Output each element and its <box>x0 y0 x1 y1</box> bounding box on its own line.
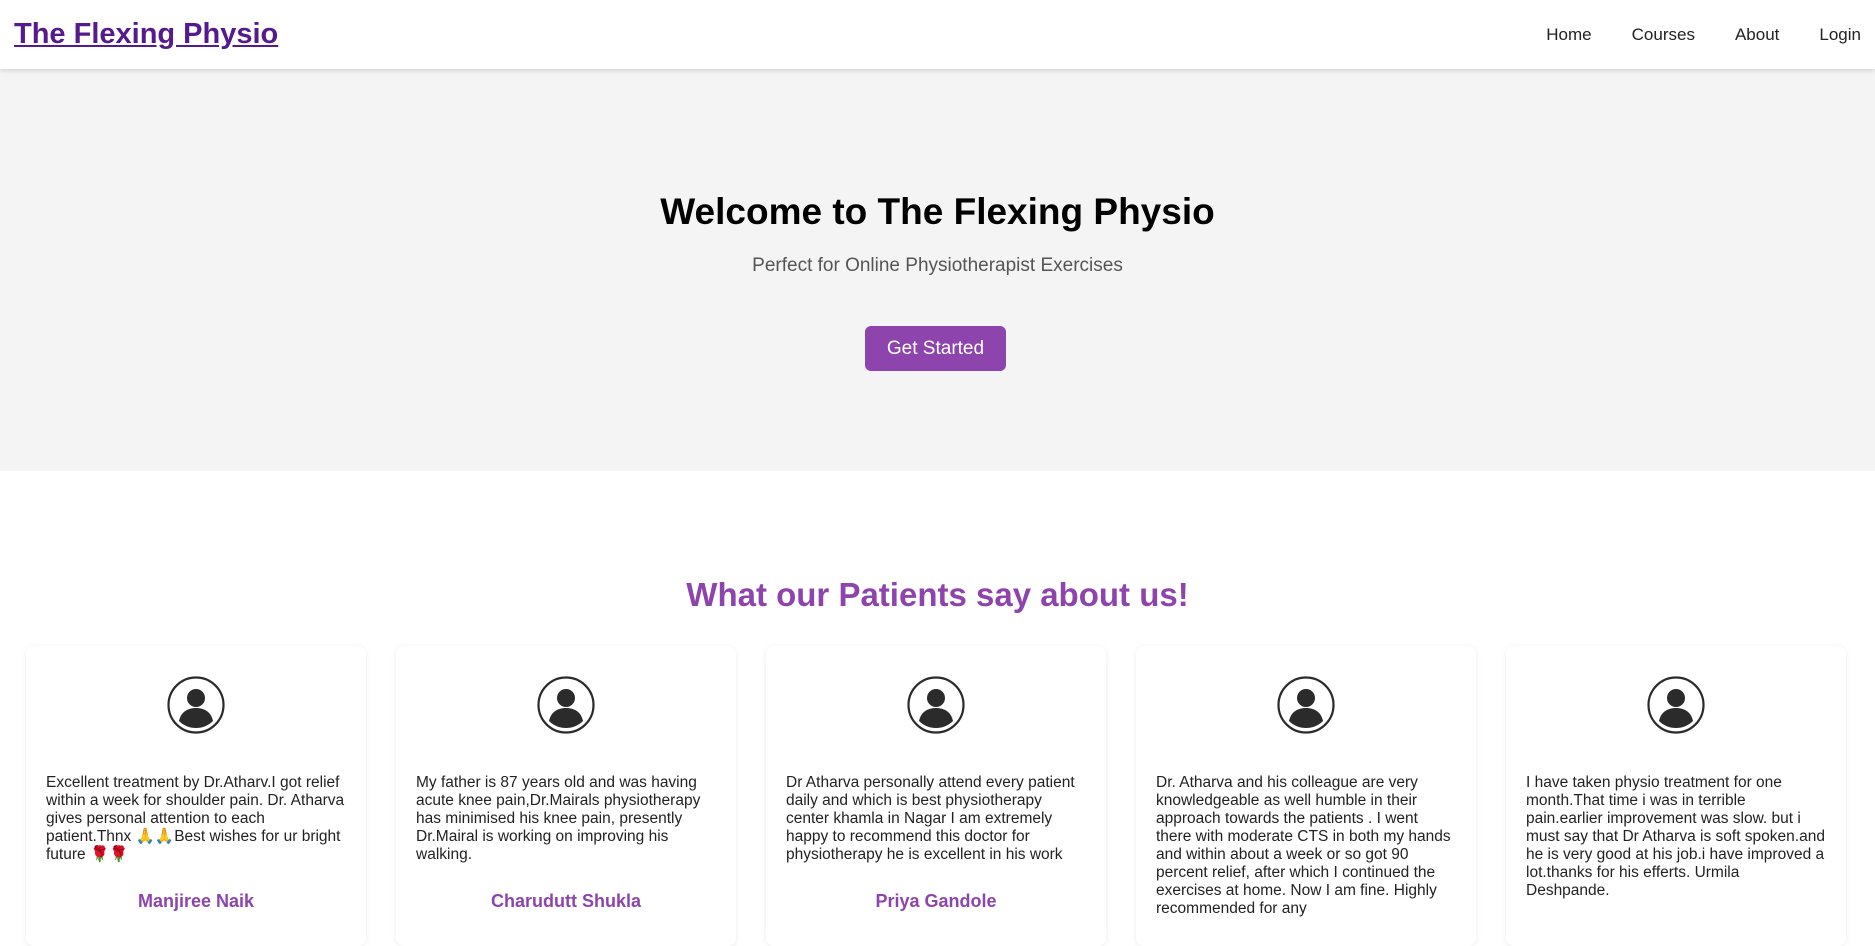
get-started-button[interactable]: Get Started <box>865 326 1006 371</box>
nav-login-link[interactable]: Login <box>1799 25 1861 45</box>
hero-section: Welcome to The Flexing Physio Perfect fo… <box>0 69 1875 471</box>
testimonial-card: Dr. Atharva and his colleague are very k… <box>1136 646 1476 946</box>
testimonial-card: Excellent treatment by Dr.Atharv.I got r… <box>26 646 366 946</box>
testimonial-author: Manjiree Naik <box>137 891 255 911</box>
testimonial-author: Priya Gandole <box>875 891 997 911</box>
testimonial-card: I have taken physio treatment for one mo… <box>1506 646 1846 946</box>
testimonial-text: Dr Atharva personally attend every patie… <box>786 774 1075 863</box>
testimonials-heading: What our Patients say about us! <box>686 576 1189 613</box>
testimonial-text: My father is 87 years old and was having… <box>416 774 701 863</box>
brand-logo-link[interactable]: The Flexing Physio <box>14 18 278 51</box>
testimonial-text: I have taken physio treatment for one mo… <box>1526 774 1825 899</box>
user-circle-icon <box>167 676 225 734</box>
user-circle-icon <box>1647 676 1705 734</box>
testimonial-text: Excellent treatment by Dr.Atharv.I got r… <box>46 774 345 863</box>
user-circle-icon <box>537 676 595 734</box>
testimonial-card: Dr Atharva personally attend every patie… <box>766 646 1106 946</box>
nav-home-link[interactable]: Home <box>1526 25 1611 45</box>
nav-about-link[interactable]: About <box>1715 25 1799 45</box>
nav-links: Home Courses About Login <box>1526 25 1861 45</box>
user-circle-icon <box>907 676 965 734</box>
navbar: The Flexing Physio Home Courses About Lo… <box>0 0 1875 69</box>
testimonial-card: My father is 87 years old and was having… <box>396 646 736 946</box>
testimonial-author: Charudutt Shukla <box>490 891 641 911</box>
user-circle-icon <box>1277 676 1335 734</box>
hero-subtitle: Perfect for Online Physiotherapist Exerc… <box>752 255 1123 276</box>
testimonial-cards: Excellent treatment by Dr.Atharv.I got r… <box>26 646 1849 946</box>
nav-courses-link[interactable]: Courses <box>1612 25 1715 45</box>
testimonial-text: Dr. Atharva and his colleague are very k… <box>1156 774 1451 917</box>
hero-title: Welcome to The Flexing Physio <box>660 191 1215 232</box>
